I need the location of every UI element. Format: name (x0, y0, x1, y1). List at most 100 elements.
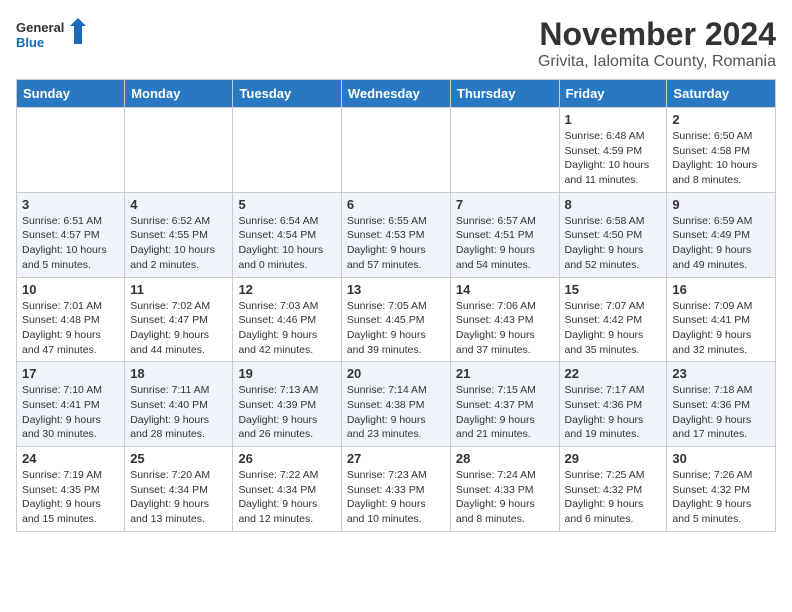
calendar-week-row: 24Sunrise: 7:19 AM Sunset: 4:35 PM Dayli… (17, 447, 776, 532)
calendar-cell: 25 Sunrise: 7:20 AM Sunset: 4:34 PM Dayli… (125, 447, 233, 532)
day-info: Sunrise: 6:50 AM Sunset: 4:58 PM Dayligh… (672, 129, 770, 188)
calendar-table: SundayMondayTuesdayWednesdayThursdayFrid… (16, 79, 776, 532)
calendar-cell: 29 Sunrise: 7:25 AM Sunset: 4:32 PM Dayli… (559, 447, 667, 532)
day-info: Sunrise: 7:06 AM Sunset: 4:43 PM Dayligh… (456, 299, 554, 358)
calendar-cell: 17 Sunrise: 7:10 AM Sunset: 4:41 PM Dayli… (17, 362, 125, 447)
day-info: Sunrise: 7:01 AM Sunset: 4:48 PM Dayligh… (22, 299, 119, 358)
logo: General Blue (16, 16, 86, 56)
day-info: Sunrise: 6:58 AM Sunset: 4:50 PM Dayligh… (565, 214, 662, 273)
calendar-week-row: 3 Sunrise: 6:51 AM Sunset: 4:57 PM Daylig… (17, 192, 776, 277)
weekday-header-row: SundayMondayTuesdayWednesdayThursdayFrid… (17, 80, 776, 108)
calendar-cell: 3 Sunrise: 6:51 AM Sunset: 4:57 PM Daylig… (17, 192, 125, 277)
calendar-cell: 9 Sunrise: 6:59 AM Sunset: 4:49 PM Daylig… (667, 192, 776, 277)
day-number: 4 (130, 197, 227, 212)
day-info: Sunrise: 7:02 AM Sunset: 4:47 PM Dayligh… (130, 299, 227, 358)
day-number: 8 (565, 197, 662, 212)
day-number: 2 (672, 112, 770, 127)
calendar-cell: 2 Sunrise: 6:50 AM Sunset: 4:58 PM Daylig… (667, 108, 776, 193)
day-info: Sunrise: 7:22 AM Sunset: 4:34 PM Dayligh… (238, 468, 335, 527)
calendar-cell: 24Sunrise: 7:19 AM Sunset: 4:35 PM Dayli… (17, 447, 125, 532)
day-number: 15 (565, 282, 662, 297)
svg-text:General: General (16, 20, 64, 35)
calendar-week-row: 17 Sunrise: 7:10 AM Sunset: 4:41 PM Dayli… (17, 362, 776, 447)
day-info: Sunrise: 7:10 AM Sunset: 4:41 PM Dayligh… (22, 383, 119, 442)
calendar-cell: 15 Sunrise: 7:07 AM Sunset: 4:42 PM Dayli… (559, 277, 667, 362)
calendar-cell: 12 Sunrise: 7:03 AM Sunset: 4:46 PM Dayli… (233, 277, 341, 362)
day-info: Sunrise: 7:14 AM Sunset: 4:38 PM Dayligh… (347, 383, 445, 442)
day-number: 11 (130, 282, 227, 297)
calendar-cell: 26Sunrise: 7:22 AM Sunset: 4:34 PM Dayli… (233, 447, 341, 532)
calendar-cell: 28 Sunrise: 7:24 AM Sunset: 4:33 PM Dayli… (450, 447, 559, 532)
day-number: 20 (347, 366, 445, 381)
calendar-week-row: 1 Sunrise: 6:48 AM Sunset: 4:59 PM Daylig… (17, 108, 776, 193)
day-info: Sunrise: 6:51 AM Sunset: 4:57 PM Dayligh… (22, 214, 119, 273)
day-info: Sunrise: 7:09 AM Sunset: 4:41 PM Dayligh… (672, 299, 770, 358)
calendar-cell: 14 Sunrise: 7:06 AM Sunset: 4:43 PM Dayli… (450, 277, 559, 362)
svg-text:Blue: Blue (16, 35, 44, 50)
day-number: 29 (565, 451, 662, 466)
day-number: 23 (672, 366, 770, 381)
calendar-cell: 20 Sunrise: 7:14 AM Sunset: 4:38 PM Dayli… (341, 362, 450, 447)
weekday-header-friday: Friday (559, 80, 667, 108)
calendar-cell: 4 Sunrise: 6:52 AM Sunset: 4:55 PM Daylig… (125, 192, 233, 277)
day-number: 9 (672, 197, 770, 212)
day-info: Sunrise: 7:13 AM Sunset: 4:39 PM Dayligh… (238, 383, 335, 442)
day-info: Sunrise: 7:05 AM Sunset: 4:45 PM Dayligh… (347, 299, 445, 358)
day-number: 24 (22, 451, 119, 466)
day-number: 3 (22, 197, 119, 212)
day-number: 14 (456, 282, 554, 297)
calendar-cell: 7 Sunrise: 6:57 AM Sunset: 4:51 PM Daylig… (450, 192, 559, 277)
calendar-cell: 19 Sunrise: 7:13 AM Sunset: 4:39 PM Dayli… (233, 362, 341, 447)
day-info: Sunrise: 7:07 AM Sunset: 4:42 PM Dayligh… (565, 299, 662, 358)
calendar-cell: 18Sunrise: 7:11 AM Sunset: 4:40 PM Dayli… (125, 362, 233, 447)
calendar-cell: 16 Sunrise: 7:09 AM Sunset: 4:41 PM Dayli… (667, 277, 776, 362)
day-number: 28 (456, 451, 554, 466)
calendar-cell (233, 108, 341, 193)
day-info: Sunrise: 7:03 AM Sunset: 4:46 PM Dayligh… (238, 299, 335, 358)
day-info: Sunrise: 6:48 AM Sunset: 4:59 PM Dayligh… (565, 129, 662, 188)
calendar-cell: 27Sunrise: 7:23 AM Sunset: 4:33 PM Dayli… (341, 447, 450, 532)
calendar-cell: 6Sunrise: 6:55 AM Sunset: 4:53 PM Daylig… (341, 192, 450, 277)
day-number: 25 (130, 451, 227, 466)
location-title: Grivita, Ialomita County, Romania (538, 53, 776, 71)
title-area: November 2024 Grivita, Ialomita County, … (538, 16, 776, 71)
calendar-cell: 1 Sunrise: 6:48 AM Sunset: 4:59 PM Daylig… (559, 108, 667, 193)
calendar-cell (125, 108, 233, 193)
calendar-cell: 30Sunrise: 7:26 AM Sunset: 4:32 PM Dayli… (667, 447, 776, 532)
page-header: General Blue November 2024 Grivita, Ialo… (16, 16, 776, 71)
month-title: November 2024 (538, 16, 776, 53)
day-info: Sunrise: 6:54 AM Sunset: 4:54 PM Dayligh… (238, 214, 335, 273)
weekday-header-tuesday: Tuesday (233, 80, 341, 108)
day-number: 10 (22, 282, 119, 297)
weekday-header-saturday: Saturday (667, 80, 776, 108)
calendar-cell: 23 Sunrise: 7:18 AM Sunset: 4:36 PM Dayli… (667, 362, 776, 447)
day-number: 1 (565, 112, 662, 127)
day-number: 18 (130, 366, 227, 381)
day-number: 19 (238, 366, 335, 381)
day-number: 22 (565, 366, 662, 381)
day-number: 17 (22, 366, 119, 381)
day-info: Sunrise: 7:26 AM Sunset: 4:32 PM Dayligh… (672, 468, 770, 527)
day-info: Sunrise: 7:25 AM Sunset: 4:32 PM Dayligh… (565, 468, 662, 527)
logo-icon: General Blue (16, 16, 86, 56)
day-info: Sunrise: 7:17 AM Sunset: 4:36 PM Dayligh… (565, 383, 662, 442)
weekday-header-monday: Monday (125, 80, 233, 108)
calendar-cell: 21Sunrise: 7:15 AM Sunset: 4:37 PM Dayli… (450, 362, 559, 447)
calendar-cell: 8 Sunrise: 6:58 AM Sunset: 4:50 PM Daylig… (559, 192, 667, 277)
day-number: 16 (672, 282, 770, 297)
day-number: 27 (347, 451, 445, 466)
day-number: 12 (238, 282, 335, 297)
weekday-header-sunday: Sunday (17, 80, 125, 108)
day-info: Sunrise: 6:52 AM Sunset: 4:55 PM Dayligh… (130, 214, 227, 273)
day-number: 13 (347, 282, 445, 297)
weekday-header-wednesday: Wednesday (341, 80, 450, 108)
weekday-header-thursday: Thursday (450, 80, 559, 108)
day-number: 7 (456, 197, 554, 212)
day-info: Sunrise: 6:59 AM Sunset: 4:49 PM Dayligh… (672, 214, 770, 273)
day-info: Sunrise: 7:18 AM Sunset: 4:36 PM Dayligh… (672, 383, 770, 442)
day-info: Sunrise: 7:20 AM Sunset: 4:34 PM Dayligh… (130, 468, 227, 527)
day-info: Sunrise: 6:57 AM Sunset: 4:51 PM Dayligh… (456, 214, 554, 273)
day-info: Sunrise: 7:24 AM Sunset: 4:33 PM Dayligh… (456, 468, 554, 527)
calendar-week-row: 10 Sunrise: 7:01 AM Sunset: 4:48 PM Dayli… (17, 277, 776, 362)
calendar-cell: 22 Sunrise: 7:17 AM Sunset: 4:36 PM Dayli… (559, 362, 667, 447)
